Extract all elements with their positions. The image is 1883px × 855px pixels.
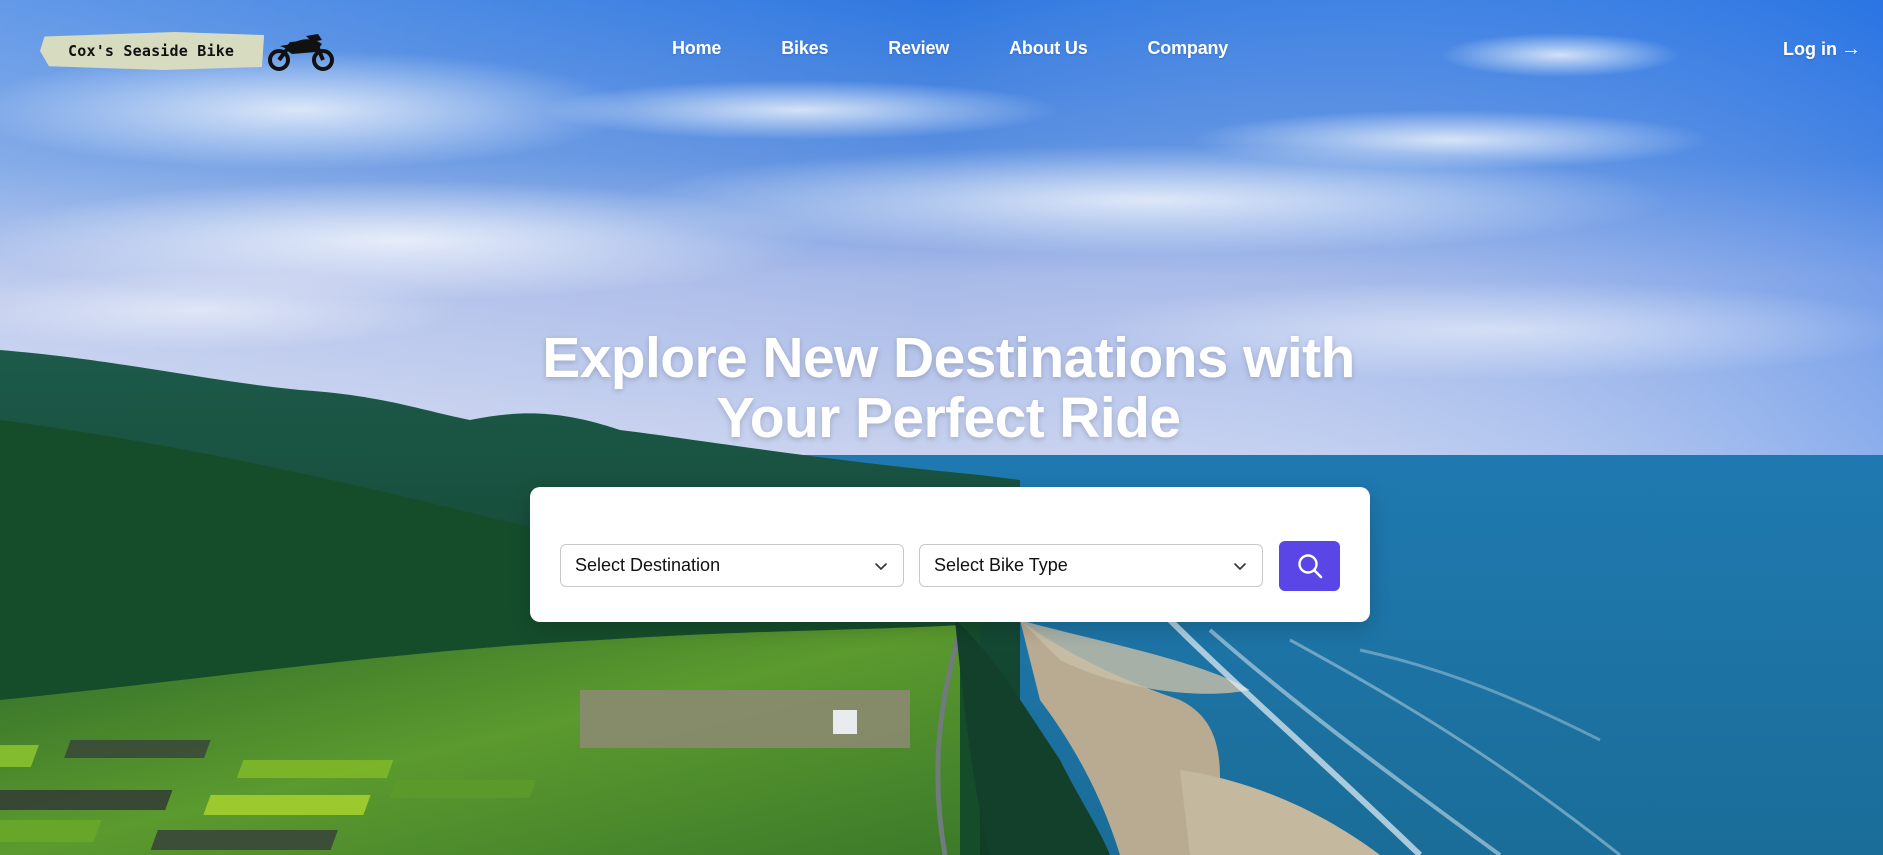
chevron-down-icon — [875, 563, 887, 570]
chevron-down-icon — [1234, 563, 1246, 570]
main-nav: Home Bikes Review About Us Company — [672, 38, 1288, 59]
hero-title-line-2: Your Perfect Ride — [716, 386, 1181, 450]
hero-title: Explore New Destinations with Your Perfe… — [0, 328, 1883, 448]
search-card: Select Destination Select Bike Type — [530, 487, 1370, 622]
login-link[interactable]: Log in → — [1783, 38, 1861, 61]
login-label: Log in — [1783, 39, 1837, 59]
search-icon — [1297, 554, 1322, 579]
search-button[interactable] — [1279, 541, 1340, 591]
destination-select-value: Select Destination — [575, 555, 721, 575]
nav-home[interactable]: Home — [672, 38, 721, 59]
brand-logo[interactable]: Cox's Seaside Bike — [40, 30, 336, 72]
hero-title-line-1: Explore New Destinations with — [542, 326, 1355, 390]
nav-company[interactable]: Company — [1148, 38, 1229, 59]
brand-name: Cox's Seaside Bike — [40, 32, 265, 70]
destination-select[interactable]: Select Destination — [560, 544, 904, 587]
motorcycle-icon — [268, 34, 335, 71]
bike-type-select[interactable]: Select Bike Type — [919, 544, 1263, 587]
nav-review[interactable]: Review — [888, 38, 949, 59]
nav-bikes[interactable]: Bikes — [781, 38, 828, 59]
bike-type-select-value: Select Bike Type — [934, 555, 1068, 575]
hero-section: Cox's Seaside Bike Home Bikes Review Abo… — [0, 0, 1883, 855]
arrow-right-icon: → — [1841, 38, 1861, 60]
nav-about-us[interactable]: About Us — [1009, 38, 1088, 59]
